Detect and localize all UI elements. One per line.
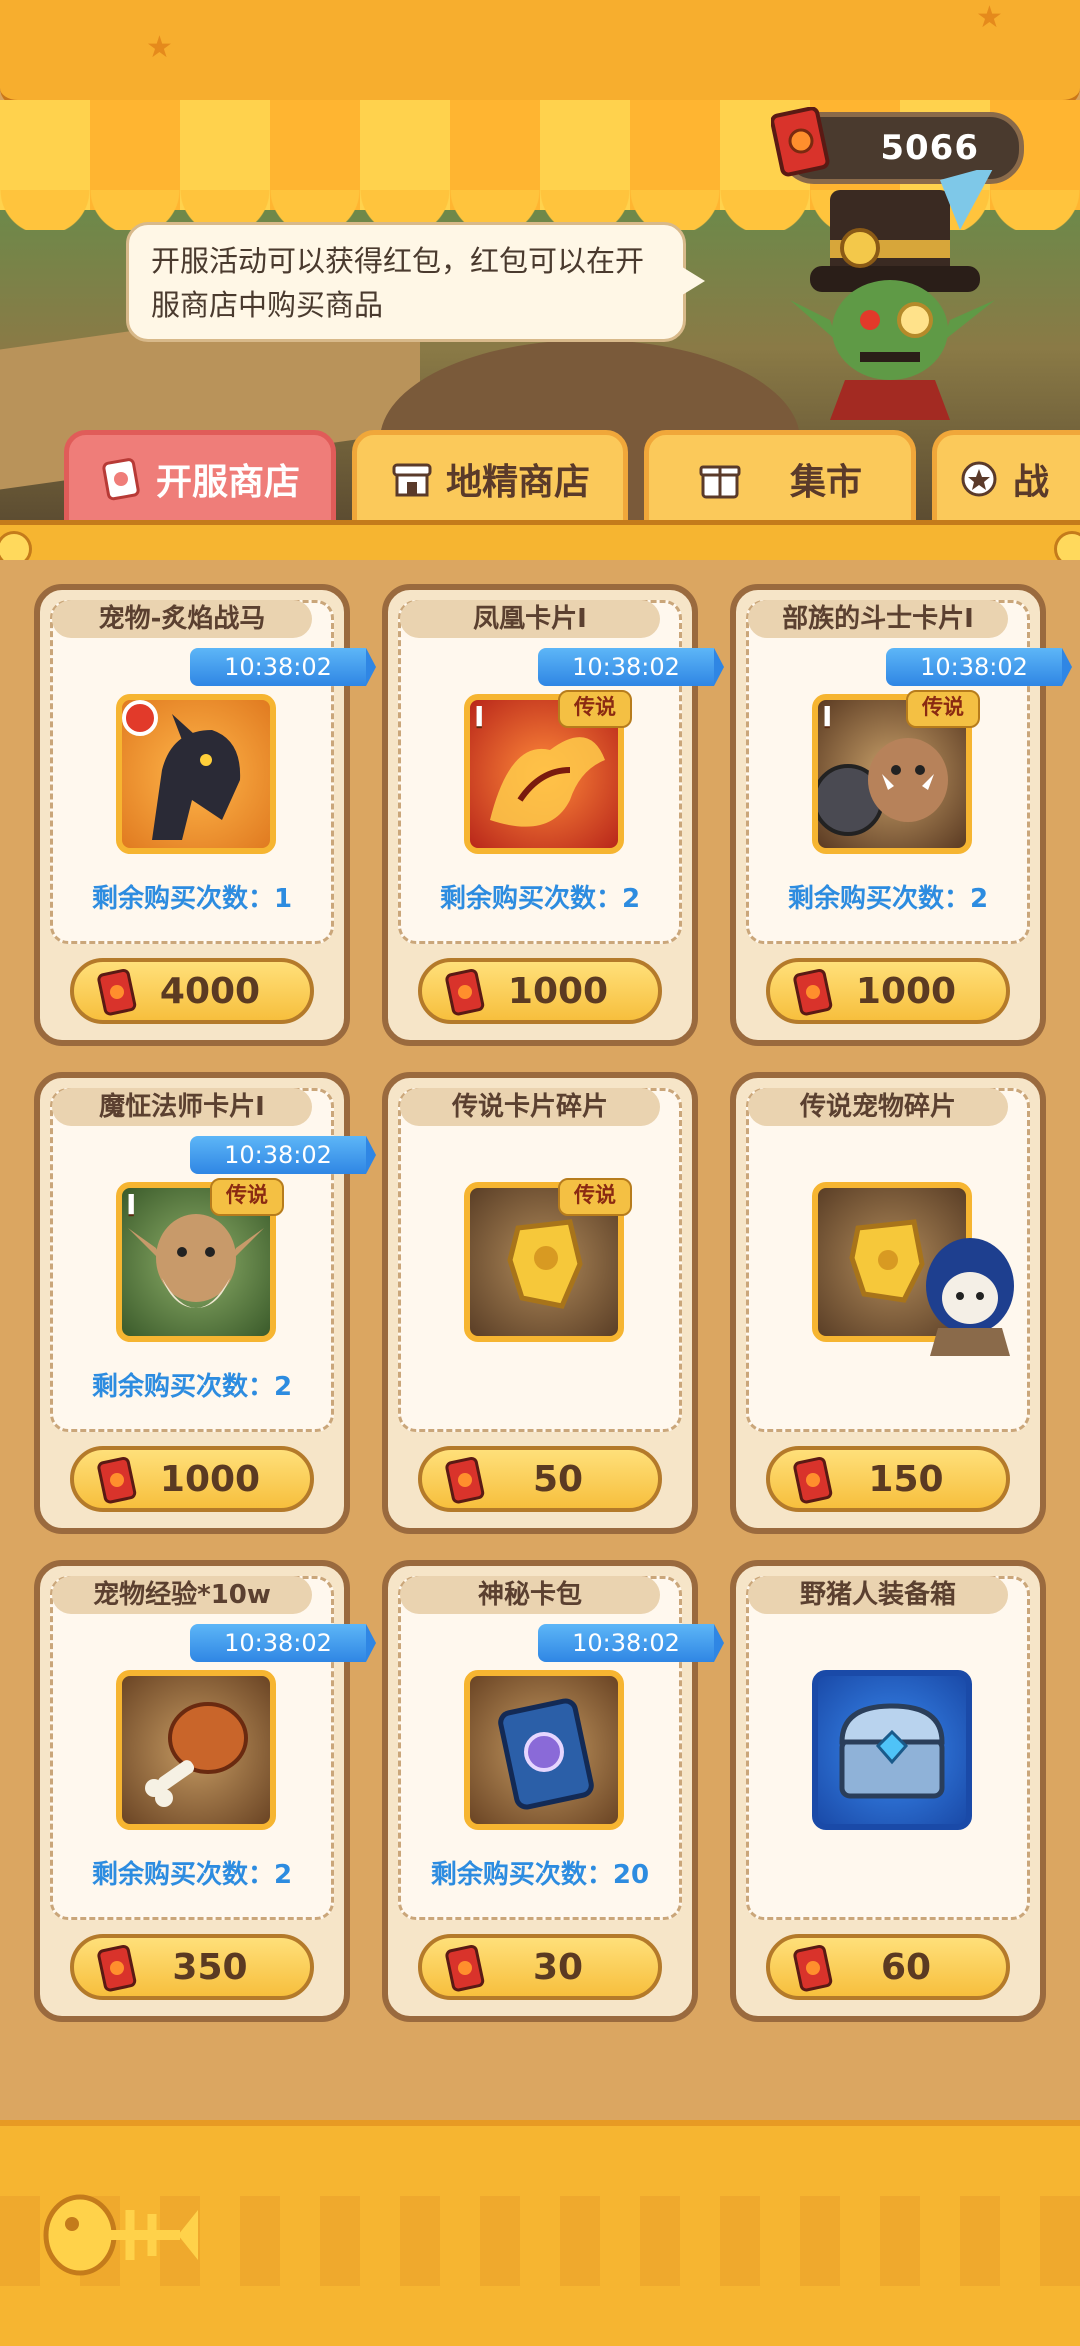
rank-mark: I [126, 1188, 137, 1221]
buy-button[interactable]: 4000 [70, 958, 314, 1024]
price-value: 50 [532, 1458, 584, 1500]
price-value: 30 [532, 1946, 584, 1988]
tab-battle[interactable]: 战 [932, 430, 1080, 528]
star-icon: ★ [976, 0, 1003, 35]
item-timer: 10:38:02 [538, 648, 724, 686]
price-value: 1000 [159, 1458, 261, 1500]
tab-label: 战 [1013, 462, 1050, 503]
legendary-tag: 传说 [558, 1178, 632, 1216]
hooded-pet-icon [926, 1238, 1014, 1356]
shop-item-card[interactable]: 宠物经验*10w 10:38:02 剩余购买次数：2 350 [34, 1560, 376, 2022]
shop-item-card[interactable]: 部族的斗士卡片Ⅰ 10:38:02 传说 I 剩余购买次数：2 1000 [730, 584, 1072, 1046]
price-value: 1000 [507, 970, 609, 1012]
rank-mark: I [822, 700, 833, 733]
gift-icon [699, 465, 741, 499]
item-timer: 10:38:02 [538, 1624, 724, 1662]
red-envelope-icon [445, 1456, 485, 1504]
balance-value: 5066 [880, 128, 979, 168]
equipment-chest-icon [812, 1670, 972, 1830]
red-envelope-icon [793, 968, 833, 1016]
price-value: 150 [868, 1458, 944, 1500]
red-envelope-icon [102, 458, 140, 501]
tip-speech-bubble: 开服活动可以获得红包，红包可以在开服商店中购买商品 [126, 222, 705, 342]
shop-item-card[interactable]: 野猪人装备箱 60 [730, 1560, 1046, 2022]
price-value: 350 [172, 1946, 248, 1988]
item-title: 传说卡片碎片 [400, 1088, 660, 1126]
buy-button[interactable]: 50 [418, 1446, 662, 1512]
red-envelope-icon [97, 1456, 137, 1504]
red-envelope-icon [771, 107, 830, 177]
item-title: 部族的斗士卡片Ⅰ [748, 600, 1008, 638]
item-timer: 10:38:02 [190, 1136, 376, 1174]
price-value: 60 [880, 1946, 932, 1988]
rank-mark: I [474, 700, 485, 733]
legendary-tag: 传说 [210, 1178, 284, 1216]
tab-label: 地精商店 [445, 462, 590, 503]
red-envelope-icon [97, 1944, 137, 1992]
remaining-purchases: 剩余购买次数：2 [91, 1860, 293, 1890]
shop-item-card[interactable]: 传说卡片碎片 传说 50 [382, 1072, 698, 1534]
store-icon [392, 463, 432, 497]
shop-item-card[interactable]: 宠物-炙焰战马 10:38:02 剩余购买次数：1 4000 [34, 584, 376, 1046]
red-envelope-icon [793, 1456, 833, 1504]
tab-open-server-shop[interactable]: 开服商店 [64, 430, 336, 528]
shop-item-card[interactable]: 神秘卡包 10:38:02 剩余购买次数：20 30 [382, 1560, 724, 2022]
item-timer: 10:38:02 [190, 1624, 376, 1662]
shop-item-card[interactable]: 凤凰卡片Ⅰ 10:38:02 传说 I 剩余购买次数：2 1000 [382, 584, 724, 1046]
fishbone-icon [43, 2194, 198, 2276]
buy-button[interactable]: 1000 [766, 958, 1010, 1024]
buy-button[interactable]: 150 [766, 1446, 1010, 1512]
red-envelope-icon [445, 968, 485, 1016]
red-envelope-icon [97, 968, 137, 1016]
tab-goblin-shop[interactable]: 地精商店 [352, 430, 628, 528]
buy-button[interactable]: 350 [70, 1934, 314, 2000]
gear-star-icon [961, 461, 997, 497]
legendary-tag: 传说 [558, 690, 632, 728]
buy-button[interactable]: 1000 [70, 1446, 314, 1512]
item-timer: 10:38:02 [190, 648, 376, 686]
remaining-purchases: 剩余购买次数：2 [787, 884, 989, 914]
price-value: 1000 [855, 970, 957, 1012]
top-banner: ★ ★ [0, 0, 1080, 106]
shop-item-card[interactable]: 传说宠物碎片 150 [730, 1072, 1046, 1534]
tab-market[interactable]: 集市 [644, 430, 916, 528]
goblin-merchant-icon [790, 170, 995, 420]
remaining-purchases: 剩余购买次数：2 [439, 884, 641, 914]
tip-text: 开服活动可以获得红包，红包可以在开服商店中购买商品 [151, 244, 645, 322]
fire-horse-icon [116, 694, 276, 854]
remaining-purchases: 剩余购买次数：20 [430, 1860, 650, 1890]
price-value: 4000 [159, 970, 261, 1012]
item-title: 凤凰卡片Ⅰ [400, 600, 660, 638]
buy-button[interactable]: 1000 [418, 958, 662, 1024]
shop-item-card[interactable]: 魔怔法师卡片Ⅰ 10:38:02 传说 I 剩余购买次数：2 1000 [34, 1072, 376, 1534]
tab-label: 开服商店 [155, 462, 300, 503]
item-title: 传说宠物碎片 [748, 1088, 1008, 1126]
remaining-purchases: 剩余购买次数：2 [91, 1372, 293, 1402]
drumstick-icon [116, 1670, 276, 1830]
red-envelope-icon [793, 1944, 833, 1992]
shop-tabs: 开服商店 地精商店 集市 战 [0, 430, 1080, 530]
buy-button[interactable]: 60 [766, 1934, 1010, 2000]
legendary-tag: 传说 [906, 690, 980, 728]
red-envelope-icon [445, 1944, 485, 1992]
item-title: 野猪人装备箱 [748, 1576, 1008, 1614]
item-title: 宠物经验*10w [52, 1576, 312, 1614]
star-icon: ★ [146, 30, 173, 65]
item-title: 宠物-炙焰战马 [52, 600, 312, 638]
buy-button[interactable]: 30 [418, 1934, 662, 2000]
tab-label: 集市 [789, 462, 862, 503]
mystery-card-pack-icon [464, 1670, 624, 1830]
item-title: 魔怔法师卡片Ⅰ [52, 1088, 312, 1126]
item-title: 神秘卡包 [400, 1576, 660, 1614]
item-timer: 10:38:02 [886, 648, 1072, 686]
remaining-purchases: 剩余购买次数：1 [91, 884, 293, 914]
